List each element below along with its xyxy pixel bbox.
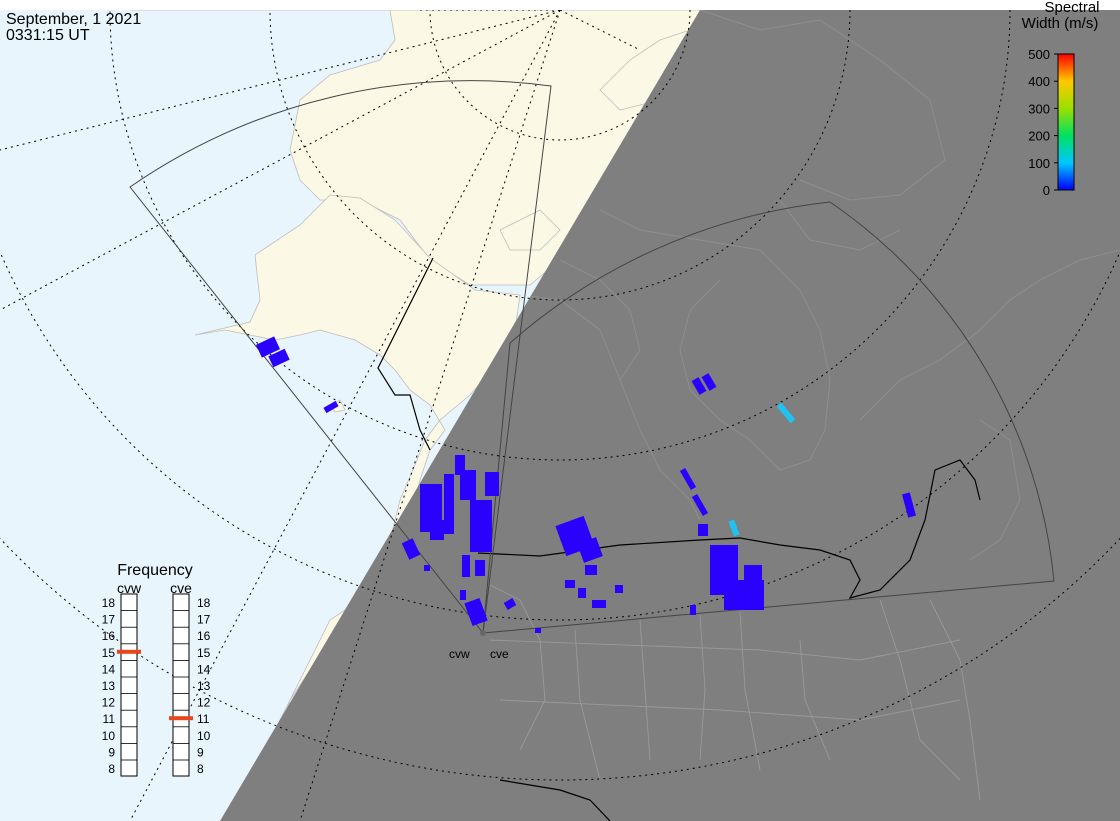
station-label-cvw: cvw xyxy=(449,647,470,661)
scatter-echo xyxy=(578,588,586,598)
frequency-scale-label: 12 xyxy=(102,696,116,710)
frequency-scale-label: 16 xyxy=(197,629,211,643)
frequency-scale-label: 13 xyxy=(197,679,211,693)
scatter-echo xyxy=(744,565,762,591)
frequency-scale-label: 17 xyxy=(102,613,116,627)
frequency-scale-label: 16 xyxy=(102,629,116,643)
colorbar-tick-label: 0 xyxy=(1043,183,1050,198)
frequency-scale-label: 14 xyxy=(197,662,211,676)
scatter-echo xyxy=(565,580,575,588)
map-canvas: cvw cve September, 1 2021 0331:15 UT Spe… xyxy=(0,0,1120,821)
frequency-column-cve xyxy=(172,593,190,777)
scatter-echo xyxy=(485,472,499,496)
scatter-echo xyxy=(535,628,541,633)
scatter-echo xyxy=(585,565,597,575)
date-label: September, 1 2021 xyxy=(6,11,141,28)
scatter-echo xyxy=(698,524,708,536)
frequency-column-cvw xyxy=(120,593,138,777)
scatter-echo xyxy=(592,600,606,608)
time-label: 0331:15 UT xyxy=(6,27,90,44)
frequency-scale-label: 14 xyxy=(102,662,116,676)
scatter-echo xyxy=(615,585,623,593)
frequency-scale-label: 11 xyxy=(197,712,210,726)
scatter-echo xyxy=(460,470,476,500)
colorbar-title-line2: Width (m/s) xyxy=(1022,15,1099,32)
scatter-echo xyxy=(424,565,430,571)
frequency-scale-label: 18 xyxy=(197,596,211,610)
frequency-scale-label: 12 xyxy=(197,696,211,710)
frequency-scale-label: 10 xyxy=(197,729,211,743)
colorbar-tick-label: 400 xyxy=(1028,74,1050,89)
scatter-echo xyxy=(462,555,470,577)
header-band xyxy=(0,0,1120,10)
colorbar-tick-label: 300 xyxy=(1028,101,1050,116)
frequency-marker-cvw xyxy=(117,649,141,654)
colorbar-title-line1: Spectral xyxy=(1044,0,1099,16)
colorbar-tick-label: 100 xyxy=(1028,156,1050,171)
frequency-scale-label: 15 xyxy=(102,646,116,660)
frequency-scale-label: 9 xyxy=(108,745,115,759)
station-label-cve: cve xyxy=(490,647,509,661)
scatter-echo xyxy=(475,560,485,576)
frequency-scale-label: 15 xyxy=(197,646,211,660)
frequency-scale-label: 17 xyxy=(197,613,211,627)
colorbar-tick-label: 200 xyxy=(1028,129,1050,144)
frequency-title: Frequency xyxy=(117,562,193,579)
frequency-scale-label: 9 xyxy=(197,745,204,759)
frequency-scale-label: 11 xyxy=(103,712,116,726)
frequency-scale-label: 13 xyxy=(102,679,116,693)
frequency-scale-label: 18 xyxy=(102,596,116,610)
colorbar-gradient xyxy=(1057,53,1075,191)
radar-site-dot xyxy=(480,630,486,636)
scatter-echo xyxy=(444,474,454,534)
frequency-scale-label: 8 xyxy=(197,762,204,776)
frequency-scale-label: 8 xyxy=(108,762,115,776)
scatter-echo xyxy=(430,520,444,540)
colorbar-tick-label: 500 xyxy=(1028,47,1050,62)
scatter-echo xyxy=(470,500,492,552)
scatter-echo xyxy=(460,590,466,600)
scatter-echo xyxy=(690,605,696,615)
frequency-marker-cve xyxy=(169,716,193,721)
frequency-scale-label: 10 xyxy=(102,729,116,743)
